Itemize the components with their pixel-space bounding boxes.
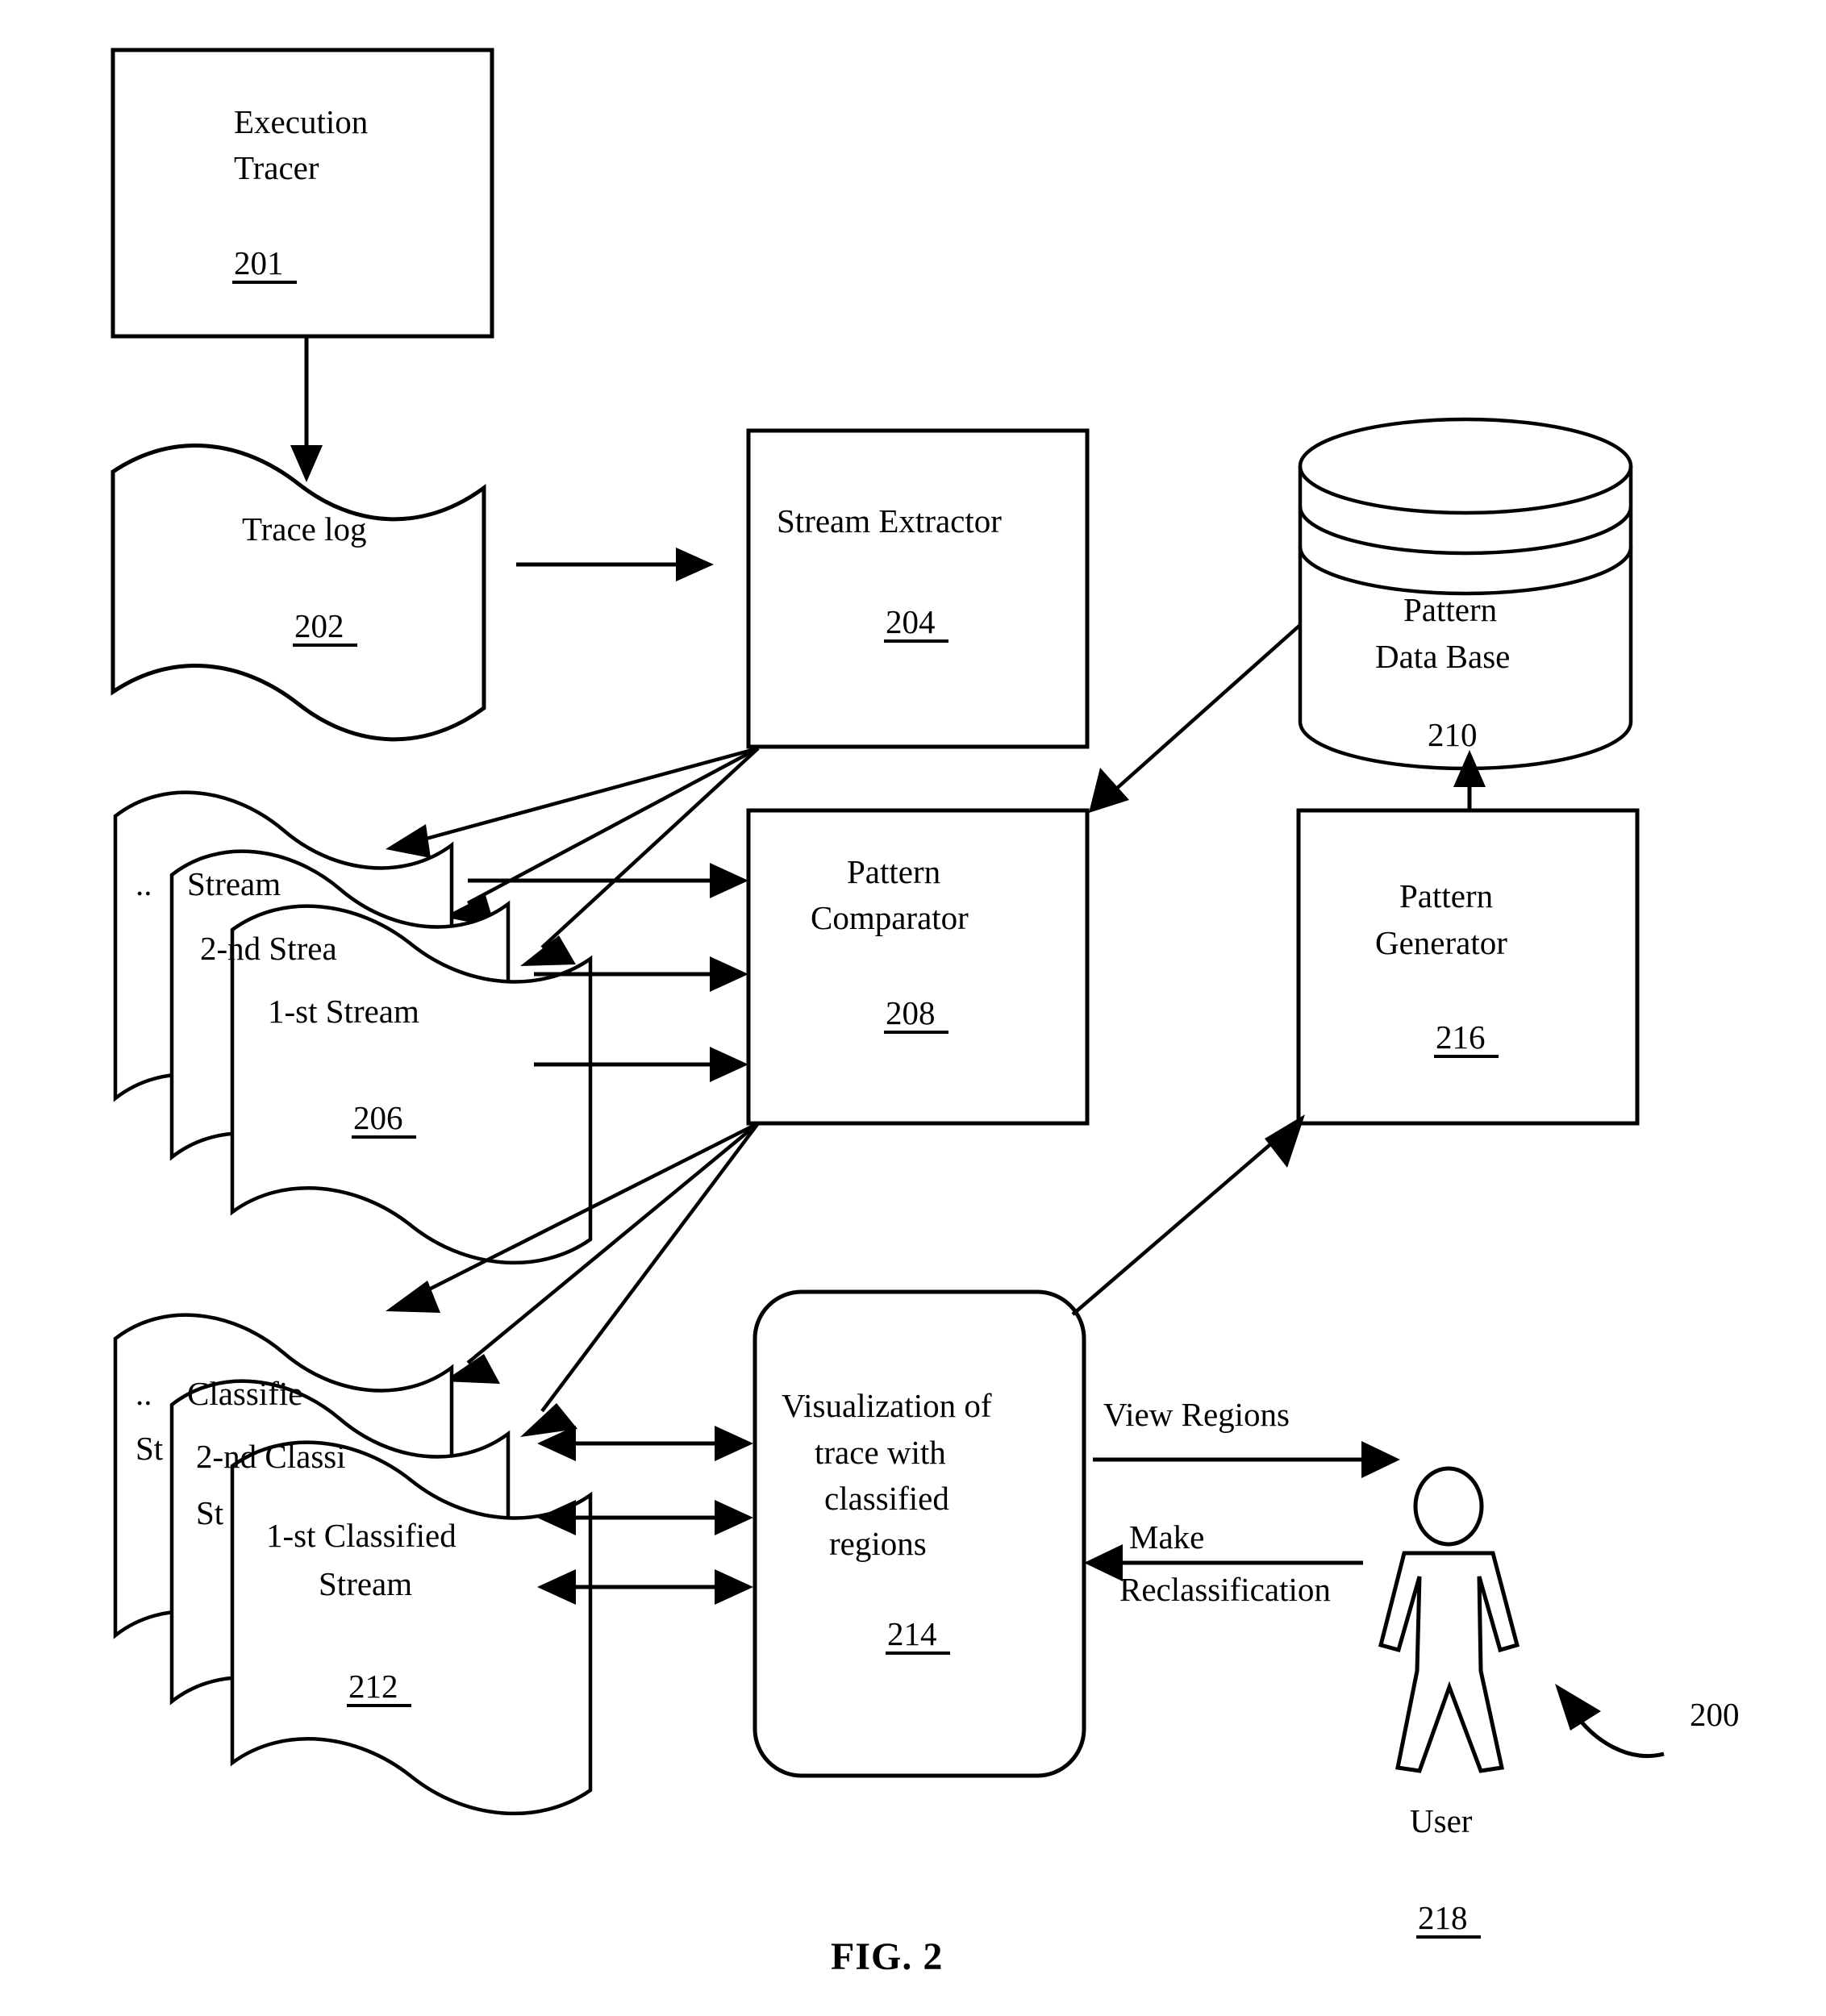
arrowhead-visualization-to-generator [1265, 1114, 1305, 1168]
classified-back-label-2: St [135, 1430, 164, 1467]
visualization-label-line3: classified [824, 1480, 949, 1517]
visualization-label-line2: trace with [815, 1434, 946, 1471]
edge-database-to-comparator [1113, 623, 1302, 792]
pattern-generator-label-line1: Pattern [1399, 877, 1493, 914]
arrowhead-system-ref-pointer [1555, 1684, 1601, 1731]
arrowhead-visualization-to-user [1361, 1441, 1400, 1478]
arrowhead-stream-front-to-comparator [710, 1047, 748, 1082]
arrowhead-classified-to-visualization-3 [715, 1569, 753, 1605]
figure-caption: FIG. 2 [831, 1935, 943, 1978]
user-head-icon [1413, 1466, 1484, 1547]
arrowhead-comparator-to-classified-back [386, 1281, 440, 1313]
pattern-generator-label-line2: Generator [1375, 924, 1507, 961]
pattern-comparator-label-line1: Pattern [847, 853, 940, 890]
arrowhead-user-to-visualization [1084, 1544, 1123, 1581]
view-regions-label: View Regions [1103, 1396, 1290, 1433]
pattern-comparator-ref: 208 [886, 994, 936, 1031]
classified-back-ellipsis: .. [135, 1375, 152, 1412]
arrowhead-tracelog-to-extractor [676, 548, 714, 581]
execution-tracer-label-line2: Tracer [234, 149, 319, 186]
edge-visualization-to-generator [1071, 1134, 1282, 1316]
pattern-database-ref: 210 [1428, 716, 1478, 753]
arrowhead-classified-to-visualization-1 [715, 1426, 753, 1461]
execution-tracer-box [110, 48, 494, 339]
classified-document-front [230, 1440, 593, 1816]
patent-figure-2: Execution Tracer 201 Trace log 202 Strea… [0, 0, 1826, 2016]
visualization-label-line4: regions [829, 1525, 927, 1562]
stream-front-label: 1-st Stream [268, 993, 419, 1030]
stream-front-ref: 206 [353, 1099, 403, 1136]
arrowhead-database-to-comparator [1089, 768, 1129, 813]
user-label: User [1410, 1802, 1473, 1839]
stream-back-ellipsis: .. [135, 865, 152, 902]
classified-middle-label-2: St [196, 1494, 224, 1531]
classified-front-label-line1: 1-st Classified [266, 1517, 456, 1554]
pattern-generator-ref: 216 [1436, 1018, 1486, 1056]
classified-middle-label: 2-nd Classi [196, 1438, 346, 1475]
arrowhead-extractor-to-stream-back [386, 824, 431, 858]
pattern-generator-box [1296, 808, 1640, 1126]
classified-back-label: Classifie [187, 1375, 302, 1412]
user-ref: 218 [1418, 1899, 1468, 1936]
stream-extractor-box [746, 428, 1090, 749]
user-body-icon [1378, 1551, 1520, 1773]
visualization-ref: 214 [887, 1615, 937, 1652]
stream-back-label: Stream [187, 865, 281, 902]
execution-tracer-ref: 201 [234, 244, 284, 281]
visualization-label-line1: Visualization of [782, 1387, 992, 1424]
arrowhead-stream-back-to-comparator [710, 863, 748, 898]
system-ref-label: 200 [1690, 1696, 1740, 1733]
make-reclassification-label-line1: Make [1129, 1518, 1204, 1556]
trace-log-label: Trace log [242, 510, 367, 548]
arrowhead-stream-middle-to-comparator [710, 956, 748, 992]
classified-front-ref: 212 [348, 1668, 398, 1705]
arrowhead-tracer-to-tracelog [290, 445, 323, 482]
stream-extractor-label: Stream Extractor [777, 502, 1002, 539]
stream-extractor-ref: 204 [886, 603, 936, 640]
execution-tracer-label-line1: Execution [234, 103, 368, 140]
pattern-comparator-label-line2: Comparator [811, 899, 969, 936]
pattern-database-label-line2: Data Base [1375, 638, 1510, 675]
make-reclassification-label-line2: Reclassification [1119, 1571, 1331, 1608]
pattern-database-label-line1: Pattern [1403, 591, 1497, 628]
arrowhead-classified-to-visualization-2 [715, 1500, 753, 1535]
trace-log-ref: 202 [294, 607, 344, 644]
stream-middle-label: 2-nd Strea [200, 930, 337, 967]
trace-log-document [110, 444, 486, 742]
classified-front-label-line2: Stream [319, 1565, 412, 1602]
